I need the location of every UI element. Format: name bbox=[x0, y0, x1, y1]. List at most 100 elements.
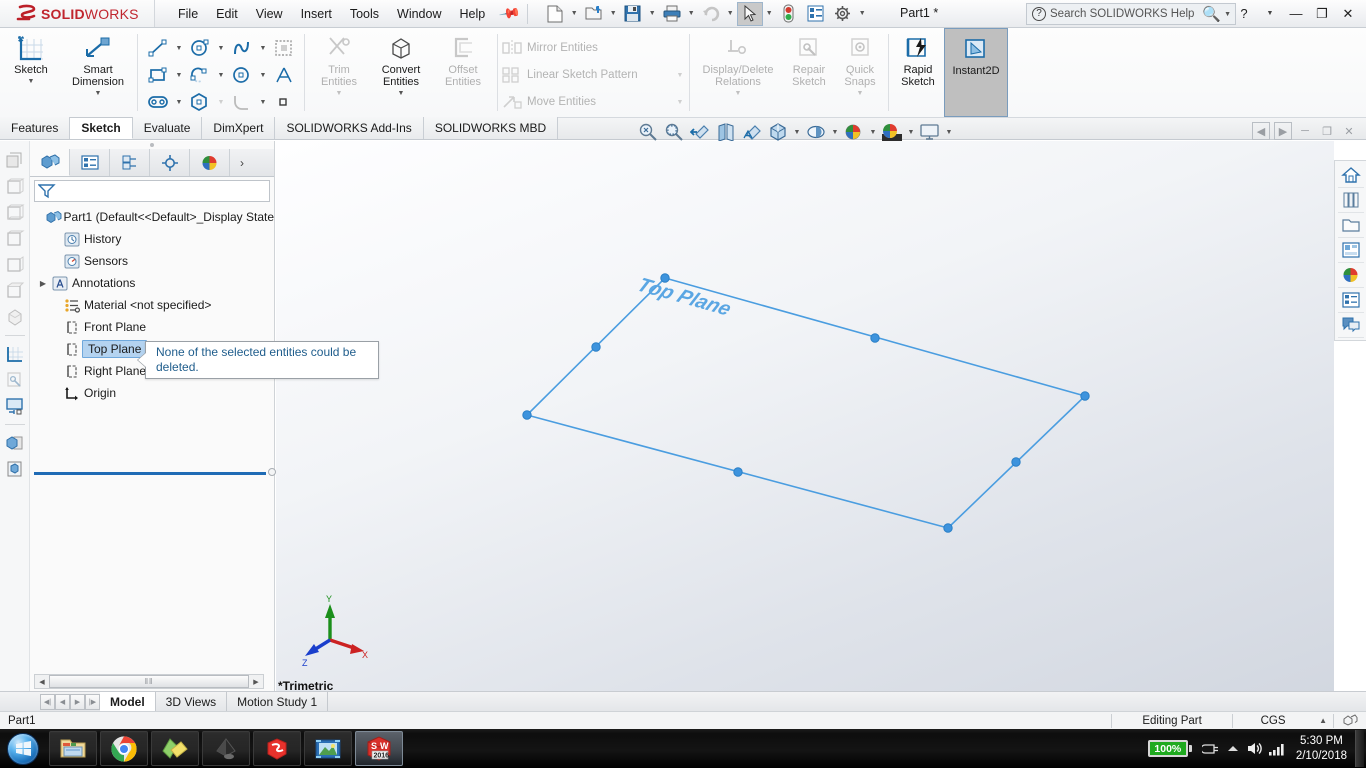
help-button-caret[interactable]: ▼ bbox=[1258, 3, 1282, 24]
top-view-button[interactable] bbox=[3, 279, 27, 303]
new-document-button[interactable] bbox=[542, 2, 568, 26]
repair-sketch-tool-button[interactable] bbox=[3, 368, 27, 392]
tab-last-button[interactable]: |▶ bbox=[85, 693, 100, 710]
hexagon-button[interactable] bbox=[185, 89, 215, 115]
taskbar-clock[interactable]: 5:30 PM 2/10/2018 bbox=[1288, 734, 1355, 764]
taskbar-file-explorer[interactable] bbox=[49, 731, 97, 766]
tab-next-button[interactable]: ▶ bbox=[70, 693, 85, 710]
menu-insert[interactable]: Insert bbox=[292, 3, 341, 25]
configuration-manager-tab[interactable] bbox=[110, 149, 150, 176]
offset-entities-button[interactable]: Offset Entities bbox=[432, 28, 494, 117]
smart-dimension-button[interactable]: Smart Dimension ▼ bbox=[62, 28, 134, 117]
bottom-tab-3d-views[interactable]: 3D Views bbox=[156, 692, 228, 711]
menu-help[interactable]: Help bbox=[451, 3, 495, 25]
settings-caret[interactable]: ▼ bbox=[857, 10, 868, 17]
hide-show-items-caret[interactable]: ▼ bbox=[830, 129, 840, 136]
network-button[interactable] bbox=[1266, 734, 1288, 764]
menu-file[interactable]: File bbox=[169, 3, 207, 25]
tab-sketch[interactable]: Sketch bbox=[70, 117, 133, 139]
ellipse-button[interactable] bbox=[227, 62, 257, 88]
text-button[interactable] bbox=[269, 62, 299, 88]
menu-tools[interactable]: Tools bbox=[341, 3, 388, 25]
rebuild-button[interactable] bbox=[776, 2, 802, 26]
pushpin-icon[interactable]: 📌 bbox=[498, 2, 521, 26]
tab-first-button[interactable]: ◀| bbox=[40, 693, 55, 710]
minimize-button[interactable]: — bbox=[1284, 3, 1308, 24]
display-window-button[interactable] bbox=[3, 394, 27, 418]
left-view-button[interactable] bbox=[3, 227, 27, 251]
design-library-button[interactable] bbox=[1337, 188, 1364, 213]
component-button[interactable] bbox=[3, 457, 27, 481]
close-button[interactable]: ✕ bbox=[1336, 3, 1360, 24]
isometric-view-button[interactable] bbox=[3, 305, 27, 329]
taskbar-chrome[interactable] bbox=[100, 731, 148, 766]
rectangle-button[interactable] bbox=[143, 62, 173, 88]
tree-node-part1[interactable]: Part1 (Default<<Default>_Display State bbox=[34, 206, 274, 228]
feature-tree-horizontal-scrollbar[interactable]: ◀ ‖‖ ▶ bbox=[34, 674, 264, 689]
scroll-right-arrow[interactable]: ▶ bbox=[249, 678, 263, 686]
menu-edit[interactable]: Edit bbox=[207, 3, 247, 25]
polygon-arc-caret[interactable]: ▼ bbox=[215, 72, 227, 79]
instant2d-button[interactable]: Instant2D bbox=[944, 28, 1008, 117]
undo-caret[interactable]: ▼ bbox=[725, 10, 736, 17]
options-list-button[interactable] bbox=[803, 2, 829, 26]
tab-dimxpert[interactable]: DimXpert bbox=[202, 117, 276, 139]
sketch-button[interactable]: Sketch ▼ bbox=[0, 28, 62, 117]
top-plane-outline[interactable] bbox=[525, 277, 1087, 529]
menu-view[interactable]: View bbox=[247, 3, 292, 25]
help-search-input[interactable]: Search SOLIDWORKS Help bbox=[1050, 8, 1202, 20]
tab-prev-button[interactable]: ◀ bbox=[55, 693, 70, 710]
status-units[interactable]: CGS bbox=[1233, 712, 1313, 730]
select-caret[interactable]: ▼ bbox=[764, 10, 775, 17]
sketch-tool-button[interactable] bbox=[3, 342, 27, 366]
standard-views-button[interactable] bbox=[3, 149, 27, 173]
display-style-caret[interactable]: ▼ bbox=[792, 129, 802, 136]
scroll-thumb[interactable]: ‖‖ bbox=[49, 675, 249, 688]
custom-properties-button[interactable] bbox=[1337, 288, 1364, 313]
graphics-viewport[interactable]: Top Plane Y X Z *Trimetric bbox=[276, 141, 1334, 695]
linear-sketch-pattern-button[interactable]: Linear Sketch Pattern ▼ bbox=[501, 62, 686, 89]
tree-node-annotations[interactable]: ▶ Annotations bbox=[34, 272, 274, 294]
feature-manager-more-button[interactable]: › bbox=[230, 149, 254, 176]
open-document-button[interactable] bbox=[581, 2, 607, 26]
dimxpert-manager-tab[interactable] bbox=[150, 149, 190, 176]
rollback-handle[interactable] bbox=[268, 468, 276, 476]
front-view-button[interactable] bbox=[3, 175, 27, 199]
doc-next-button[interactable]: ▶ bbox=[1274, 122, 1292, 140]
doc-close-button[interactable]: ✕ bbox=[1340, 122, 1358, 140]
tree-node-sensors[interactable]: Sensors bbox=[34, 250, 274, 272]
view-settings-caret[interactable]: ▼ bbox=[944, 129, 954, 136]
plane-handles[interactable] bbox=[522, 273, 1090, 533]
scroll-left-arrow[interactable]: ◀ bbox=[35, 678, 49, 686]
taskbar-sketchup[interactable] bbox=[253, 731, 301, 766]
search-icon[interactable]: 🔍 bbox=[1202, 5, 1224, 23]
tab-solidworks-mbd[interactable]: SOLIDWORKS MBD bbox=[423, 117, 559, 139]
property-manager-tab[interactable] bbox=[70, 149, 110, 176]
view-palette-button[interactable] bbox=[1337, 238, 1364, 263]
fillet-caret[interactable]: ▼ bbox=[257, 99, 269, 106]
undo-button[interactable] bbox=[698, 2, 724, 26]
trim-entities-button[interactable]: Trim Entities ▼ bbox=[308, 28, 370, 117]
help-search-box[interactable]: ? Search SOLIDWORKS Help 🔍 ▼ bbox=[1026, 3, 1236, 25]
display-manager-tab[interactable] bbox=[190, 149, 230, 176]
feature-manager-tab[interactable] bbox=[30, 149, 70, 176]
taskbar-inkscape[interactable] bbox=[202, 731, 250, 766]
taskbar-notes[interactable] bbox=[151, 731, 199, 766]
point-button[interactable] bbox=[269, 89, 299, 115]
tree-node-history[interactable]: History bbox=[34, 228, 274, 250]
volume-button[interactable] bbox=[1244, 734, 1266, 764]
select-button[interactable] bbox=[736, 1, 763, 26]
tab-solidworks-add-ins[interactable]: SOLIDWORKS Add-Ins bbox=[275, 117, 424, 139]
tree-node-material[interactable]: Material <not specified> bbox=[34, 294, 274, 316]
home-button[interactable] bbox=[1337, 163, 1364, 188]
menu-window[interactable]: Window bbox=[388, 3, 450, 25]
doc-restore-button[interactable]: ❐ bbox=[1318, 122, 1336, 140]
save-button[interactable] bbox=[620, 2, 646, 26]
status-units-caret[interactable]: ▲ bbox=[1313, 712, 1333, 730]
back-view-button[interactable] bbox=[3, 201, 27, 225]
fillet-button[interactable] bbox=[227, 89, 257, 115]
line-button[interactable] bbox=[143, 35, 173, 61]
right-view-button[interactable] bbox=[3, 253, 27, 277]
mirror-entities-button[interactable]: Mirror Entities bbox=[501, 35, 686, 62]
apply-scene-caret[interactable]: ▼ bbox=[906, 129, 916, 136]
